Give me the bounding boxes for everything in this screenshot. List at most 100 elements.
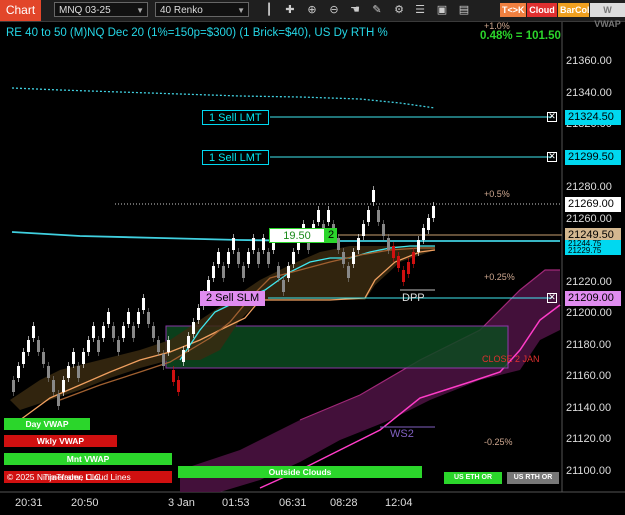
barcol-button[interactable]: BarCol: [558, 3, 590, 17]
renko-brick: [407, 262, 410, 274]
renko-brick: [412, 252, 415, 264]
close-icon[interactable]: ✕: [547, 293, 557, 303]
x-tick: 08:28: [330, 497, 358, 509]
plus-half-percent-label: +0.5%: [484, 189, 510, 199]
y-tick: 21260.00: [566, 212, 612, 225]
renko-brick: [42, 352, 45, 364]
renko-brick: [157, 340, 160, 352]
price-box-order-2: 21299.50: [565, 150, 621, 165]
renko-brick: [132, 326, 135, 338]
minus-quarter-percent-label: -0.25%: [484, 437, 513, 447]
y-tick: 21160.00: [566, 370, 612, 382]
vwap-button[interactable]: W VWAP: [590, 3, 625, 29]
bar-type-value: 40 Renko: [160, 5, 203, 16]
y-tick: 21140.00: [566, 401, 612, 414]
weekly-vwap-line: [11, 87, 436, 109]
renko-brick: [377, 210, 380, 222]
y-tick: 21220.00: [566, 275, 612, 288]
renko-brick: [402, 270, 405, 282]
us-eth-or-button[interactable]: US ETH OR: [444, 472, 502, 484]
chevron-down-icon: ▼: [237, 6, 245, 15]
renko-brick: [357, 238, 360, 250]
order-tag-sell-lmt-1[interactable]: 1 Sell LMT: [202, 110, 269, 125]
renko-brick: [282, 280, 285, 292]
renko-brick: [137, 312, 140, 324]
renko-brick: [252, 238, 255, 250]
renko-brick: [72, 352, 75, 364]
x-tick: 12:04: [385, 497, 413, 509]
position-pnl-tag[interactable]: 19.50: [269, 228, 325, 243]
renko-brick: [97, 340, 100, 352]
renko-brick: [32, 326, 35, 338]
list-icon[interactable]: ☰: [413, 2, 427, 17]
renko-brick: [197, 308, 200, 320]
renko-brick: [277, 266, 280, 278]
zoom-in-icon[interactable]: ⊕: [305, 2, 319, 17]
legend-tf-lines[interactable]: © 2025 NinjaTrader, LLC Timeframe Cloud …: [4, 471, 172, 483]
cloud-button[interactable]: Cloud: [527, 3, 557, 17]
chevron-down-icon: ▼: [136, 6, 144, 15]
legend-outside-clouds[interactable]: Outside Clouds: [178, 466, 422, 478]
renko-brick: [337, 238, 340, 250]
order-tag-sell-slm[interactable]: 2 Sell SLM: [200, 291, 266, 306]
toolbar: Chart MNQ 03-25 ▼ 40 Renko ▼ ┃ ✚ ⊕ ⊖ ☚ ✎…: [0, 0, 625, 29]
renko-brick: [92, 326, 95, 338]
renko-brick: [162, 354, 165, 366]
renko-brick: [422, 228, 425, 240]
legend-day-vwap[interactable]: Day VWAP: [4, 418, 90, 430]
lock-icon[interactable]: ▣: [435, 2, 449, 17]
pct-change-label: 0.48% = 101.50: [480, 30, 561, 42]
close-icon[interactable]: ✕: [547, 152, 557, 162]
renko-brick: [117, 340, 120, 352]
renko-brick: [287, 266, 290, 278]
renko-brick: [17, 366, 20, 378]
legend-mnt-vwap[interactable]: Mnt VWAP: [4, 453, 172, 465]
hand-icon[interactable]: ☚: [348, 2, 362, 17]
renko-brick: [22, 352, 25, 364]
renko-brick: [82, 352, 85, 364]
renko-brick: [142, 298, 145, 310]
pencil-icon[interactable]: ✎: [370, 2, 384, 17]
renko-brick: [232, 238, 235, 250]
chart-title: RE 40 to 50 (M)NQ Dec 20 (1%=150p=$300) …: [6, 27, 388, 39]
bars-icon[interactable]: ┃: [262, 2, 276, 17]
instrument-selector[interactable]: MNQ 03-25 ▼: [54, 2, 148, 17]
y-tick: 21200.00: [566, 307, 612, 319]
renko-brick: [62, 380, 65, 392]
x-tick: 20:31: [15, 497, 43, 509]
renko-brick: [52, 380, 55, 392]
renko-brick: [397, 256, 400, 268]
bar-type-selector[interactable]: 40 Renko ▼: [155, 2, 249, 17]
renko-brick: [87, 340, 90, 352]
position-qty-tag[interactable]: 2: [325, 228, 337, 243]
renko-brick: [387, 238, 390, 250]
renko-brick: [347, 266, 350, 278]
renko-brick: [267, 252, 270, 264]
renko-brick: [237, 252, 240, 264]
renko-brick: [127, 312, 130, 324]
tk-button[interactable]: T<>K: [500, 3, 526, 17]
chart-menu-button[interactable]: Chart: [0, 0, 41, 21]
renko-brick: [362, 224, 365, 236]
crosshair-icon[interactable]: ✚: [283, 2, 297, 17]
zoom-out-icon[interactable]: ⊖: [327, 2, 341, 17]
close-icon[interactable]: ✕: [547, 112, 557, 122]
legend-wkly-vwap[interactable]: Wkly VWAP: [4, 435, 117, 447]
x-tick: 20:50: [71, 497, 99, 509]
x-tick: 06:31: [279, 497, 307, 509]
renko-brick: [417, 240, 420, 252]
x-tick: 01:53: [222, 497, 250, 509]
renko-brick: [367, 210, 370, 222]
renko-brick: [152, 326, 155, 338]
y-tick: 21360.00: [566, 55, 612, 67]
renko-brick: [352, 252, 355, 264]
tf-lines-text: Timeframe Cloud Lines: [43, 472, 131, 482]
order-tag-sell-lmt-2[interactable]: 1 Sell LMT: [202, 150, 269, 165]
dpp-label: DPP: [402, 292, 425, 304]
renko-brick: [392, 246, 395, 258]
gear-icon[interactable]: ⚙: [392, 2, 406, 17]
us-rth-or-button[interactable]: US RTH OR: [507, 472, 559, 484]
renko-brick: [12, 380, 15, 392]
ws2-label: WS2: [390, 428, 414, 440]
window-icon[interactable]: ▤: [457, 2, 471, 17]
